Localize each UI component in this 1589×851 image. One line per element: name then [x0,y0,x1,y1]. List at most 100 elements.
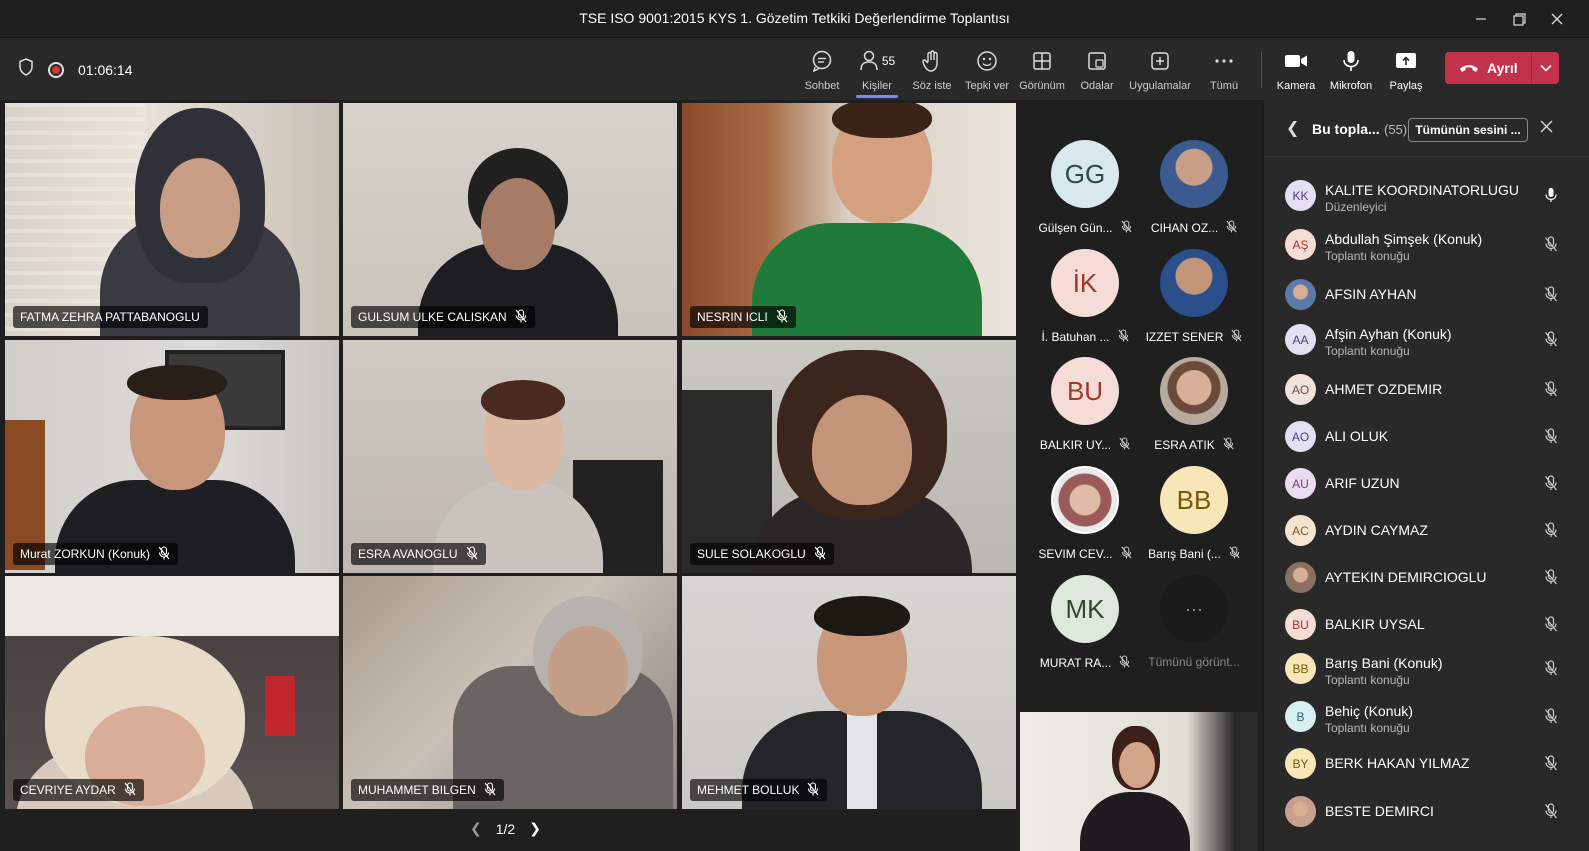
restore-icon[interactable] [1508,8,1530,30]
video-tile[interactable]: MEHMET BOLLUK [682,576,1016,809]
participant-row[interactable]: BY BERK HAKAN YILMAZ [1264,741,1589,785]
mic-off-icon [484,781,496,799]
view-label: Görünüm [1019,80,1065,92]
mic-off-icon[interactable] [1544,660,1558,681]
video-tile[interactable]: SULE SOLAKOGLU [682,340,1016,573]
participant-name: SULE SOLAKOGLU [697,547,806,561]
toolbar-divider [1261,52,1262,88]
share-label: Paylaş [1389,80,1423,92]
leave-label: Ayrıl [1487,60,1518,76]
chat-button[interactable]: Sohbet [791,48,853,92]
chevron-left-icon[interactable]: ❮ [470,820,482,837]
participant-nameplate: CEVRIYE AYDAR [13,779,144,801]
participant-nameplate: GULSUM ULKE CALISKAN [351,306,535,328]
reaction-button[interactable]: Tepki ver [956,48,1018,92]
camera-button[interactable]: Kamera [1265,48,1327,92]
participant-name: MUHAMMET BILGEN [358,783,476,797]
leave-main[interactable]: Ayrıl [1445,60,1531,76]
more-button[interactable]: Tümü [1193,48,1255,92]
strip-avatar[interactable]: SEVIM CEV... [1035,466,1135,562]
strip-avatar[interactable]: BB Barış Bani (... [1144,466,1244,562]
strip-avatar[interactable]: IZZET SENER [1144,249,1244,345]
participant-row[interactable]: AFSIN AYHAN [1264,272,1589,316]
participant-nameplate: Murat ZORKUN (Konuk) [13,543,179,565]
recording-icon [48,61,64,78]
mic-off-icon[interactable] [1544,428,1558,449]
strip-avatar[interactable]: GG Gülşen Gün... [1035,140,1135,236]
strip-avatar[interactable]: MK MURAT RA... [1035,575,1135,671]
mic-off-icon[interactable] [1544,331,1558,352]
participant-name: AYDIN CAYMAZ [1325,522,1428,538]
video-tile[interactable]: GULSUM ULKE CALISKAN [343,103,677,336]
minimize-icon[interactable] [1470,8,1492,30]
participant-name: GULSUM ULKE CALISKAN [358,310,507,324]
participant-name: Abdullah Şimşek (Konuk) [1325,231,1483,247]
mic-off-icon[interactable] [1544,236,1558,257]
share-button[interactable]: Paylaş [1375,48,1437,92]
avatar [1285,562,1316,593]
video-tile[interactable]: MUHAMMET BILGEN [343,576,677,809]
mic-off-icon[interactable] [1544,286,1558,307]
participant-row[interactable]: AŞ Abdullah Şimşek (Konuk) Toplantı konuğu [1264,222,1589,266]
participant-row[interactable]: BB Barış Bani (Konuk) Toplantı konuğu [1264,646,1589,690]
mic-off-icon[interactable] [1544,755,1558,776]
participant-nameplate: MEHMET BOLLUK [690,779,828,801]
chevron-left-icon[interactable]: ❮ [1286,118,1299,138]
window-title: TSE ISO 9001:2015 KYS 1. Gözetim Tetkiki… [579,10,1010,26]
shield-icon[interactable] [18,58,34,81]
participant-row[interactable]: B Behiç (Konuk) Toplantı konuğu [1264,694,1589,738]
video-tile[interactable]: CEVRIYE AYDAR [5,576,339,809]
participant-row[interactable]: BU BALKIR UYSAL [1264,602,1589,646]
view-all-button[interactable]: ··· Tümünü görünt... [1144,575,1244,669]
avatar: GG [1051,140,1119,208]
apps-button[interactable]: Uygulamalar [1129,48,1191,92]
mic-button[interactable]: Mikrofon [1320,48,1382,92]
strip-avatar[interactable]: CIHAN OZ... [1144,140,1244,236]
mic-off-icon[interactable] [1544,803,1558,824]
participant-row[interactable]: AO AHMET OZDEMIR [1264,367,1589,411]
chevron-down-icon[interactable] [1532,64,1559,72]
mic-off-icon[interactable] [1544,381,1558,402]
participant-row[interactable]: AO ALI OLUK [1264,414,1589,458]
avatar-name: İ. Batuhan ... [1041,330,1110,344]
video-tile[interactable]: ESRA AVANOGLU [343,340,677,573]
leave-button[interactable]: Ayrıl [1445,52,1559,84]
strip-avatar[interactable]: İK İ. Batuhan ... [1035,249,1135,345]
mic-off-icon[interactable] [1544,522,1558,543]
rooms-button[interactable]: Odalar [1066,48,1128,92]
video-tile[interactable]: FATMA ZEHRA PATTABANOGLU [5,103,339,336]
participant-row[interactable]: AC AYDIN CAYMAZ [1264,508,1589,552]
view-button[interactable]: Görünüm [1011,48,1073,92]
video-tile[interactable]: NESRIN ICLI [682,103,1016,336]
camera-label: Kamera [1276,80,1316,92]
strip-avatar[interactable]: BU BALKIR UY... [1035,357,1135,453]
participant-row[interactable]: KK KALITE KOORDINATORLUGU Düzenleyici [1264,173,1589,217]
people-button[interactable]: 55 Kişiler [846,48,908,98]
mic-icon[interactable] [1544,187,1558,208]
raise-hand-icon [901,48,963,74]
avatar: BU [1051,357,1119,425]
chevron-right-icon[interactable]: ❯ [529,820,541,837]
mic-off-icon[interactable] [1544,475,1558,496]
close-window-icon[interactable] [1546,8,1568,30]
video-grid: FATMA ZEHRA PATTABANOGLU GULSUM ULKE CAL… [0,100,1020,851]
reaction-label: Tepki ver [964,80,1010,92]
participant-row[interactable]: AYTEKIN DEMIRCIOGLU [1264,555,1589,599]
mic-off-icon[interactable] [1544,616,1558,637]
mic-off-icon[interactable] [1544,569,1558,590]
close-icon[interactable] [1540,117,1553,138]
mute-all-button[interactable]: Tümünün sesini ... [1408,118,1528,142]
participant-row[interactable]: BESTE DEMIRCI [1264,789,1589,833]
mic-off-icon[interactable] [1544,708,1558,729]
panel-title: Bu topla... [1312,121,1380,137]
participant-name: BERK HAKAN YILMAZ [1325,755,1470,771]
mic-off-icon [1223,437,1234,453]
participant-row[interactable]: AU ARIF UZUN [1264,461,1589,505]
participant-name: ARIF UZUN [1325,475,1400,491]
participant-row[interactable]: AA Afşin Ayhan (Konuk) Toplantı konuğu [1264,317,1589,361]
raise-hand-button[interactable]: Söz iste [901,48,963,92]
self-video-tile[interactable] [1020,712,1258,851]
video-tile[interactable]: Murat ZORKUN (Konuk) [5,340,339,573]
participant-count: (55) [1384,122,1408,137]
strip-avatar[interactable]: ESRA ATIK [1144,357,1244,453]
